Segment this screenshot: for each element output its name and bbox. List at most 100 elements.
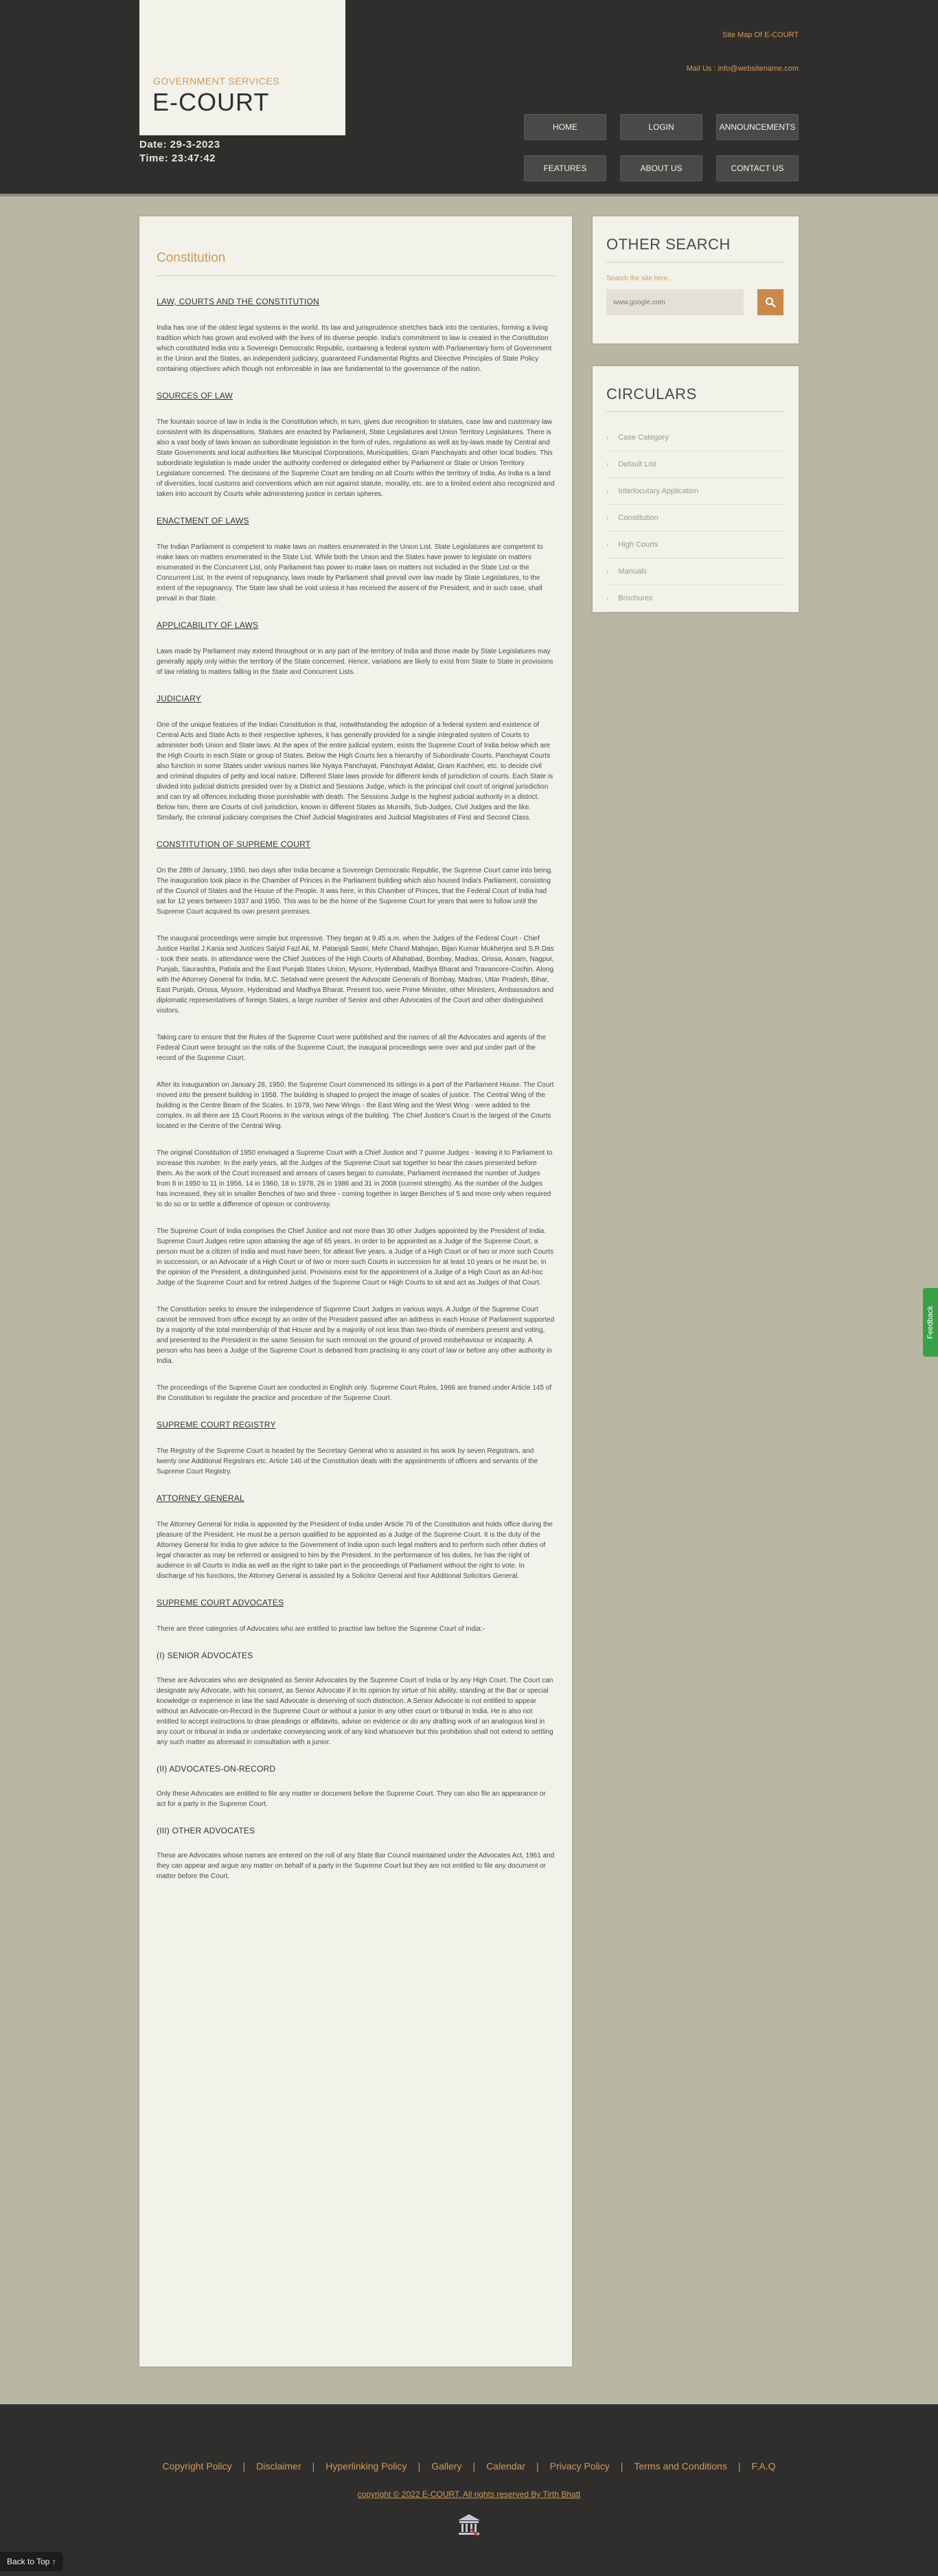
section-paragraph: The Registry of the Supreme Court is hea… xyxy=(157,1447,538,1476)
footer-separator: | xyxy=(536,2461,539,2472)
circulars-panel: CIRCULARS › Case Category › Default List ›… xyxy=(593,366,799,612)
circular-label: Manuals xyxy=(618,567,647,576)
chevron-right-icon: › xyxy=(606,433,609,442)
feedback-label: Feedback xyxy=(926,1305,935,1340)
circular-label: Brochures xyxy=(618,594,653,602)
search-input[interactable] xyxy=(606,289,744,315)
circular-item-brochures[interactable]: › Brochures xyxy=(606,585,785,612)
circular-item-case-category[interactable]: › Case Category xyxy=(606,425,785,451)
section-sources-of-law: SOURCES OF LAW The fountain source of la… xyxy=(157,391,555,499)
chevron-right-icon: › xyxy=(606,514,609,522)
footer-link-terms[interactable]: Terms and Conditions xyxy=(634,2461,727,2472)
footer-separator: | xyxy=(242,2461,246,2472)
footer-separator: | xyxy=(312,2461,315,2472)
circular-label: Interlocutary Application xyxy=(618,487,699,495)
nav-home-button[interactable]: HOME xyxy=(524,114,606,140)
chevron-right-icon: › xyxy=(606,567,609,576)
section-attorney-general: ATTORNEY GENERAL The Attorney General fo… xyxy=(157,1493,555,1581)
circular-label: Constitution xyxy=(618,514,659,522)
footer-separator: | xyxy=(417,2461,421,2472)
section-paragraph: Only these Advocates are entitled to fil… xyxy=(157,1790,546,1808)
header-divider xyxy=(0,194,938,196)
section-heading: SUPREME COURT REGISTRY xyxy=(157,1420,276,1430)
sitemap-link[interactable]: Site Map Of E-COURT xyxy=(722,31,799,39)
circular-label: High Courts xyxy=(618,541,659,549)
circular-item-manuals[interactable]: › Manuals xyxy=(606,558,785,585)
section-paragraph: After its inauguration on January 28, 19… xyxy=(157,1081,554,1130)
section-enactment: ENACTMENT OF LAWS The Indian Parliament … xyxy=(157,516,555,604)
nav-features-button[interactable]: FEATURES xyxy=(524,155,606,181)
search-button[interactable] xyxy=(757,289,783,315)
footer-link-gallery[interactable]: Gallery xyxy=(431,2461,461,2472)
section-paragraph: The Indian Parliament is competent to ma… xyxy=(157,543,543,602)
section-applicability: APPLICABILITY OF LAWS Laws made by Parli… xyxy=(157,620,555,677)
section-heading: JUDICIARY xyxy=(157,694,201,703)
court-building-icon xyxy=(458,2514,480,2537)
copyright-text[interactable]: copyright © 2022 E-COURT. All rights res… xyxy=(0,2489,938,2499)
section-paragraph: The Constitution seeks to ensure the ind… xyxy=(157,1306,555,1365)
search-panel: OTHER SEARCH Search the site here... xyxy=(593,216,799,343)
footer-separator: | xyxy=(620,2461,624,2472)
circulars-panel-title: CIRCULARS xyxy=(606,385,785,412)
section-paragraph: The inaugural proceedings were simple bu… xyxy=(157,935,554,1015)
footer-link-privacy[interactable]: Privacy Policy xyxy=(550,2461,610,2472)
section-paragraph: On the 28th of January, 1950, two days a… xyxy=(157,867,553,916)
subsection-heading: (ii) ADVOCATES-ON-RECORD xyxy=(157,1764,276,1774)
footer-link-hyperlinking[interactable]: Hyperlinking Policy xyxy=(325,2461,407,2472)
footer-link-faq[interactable]: F.A.Q xyxy=(751,2461,775,2472)
section-paragraph: India has one of the oldest legal system… xyxy=(157,324,552,373)
nav-login-button[interactable]: LOGIN xyxy=(620,114,702,140)
subsection-advocates-on-record: (ii) ADVOCATES-ON-RECORD Only these Advo… xyxy=(157,1764,555,1809)
footer-separator: | xyxy=(737,2461,741,2472)
section-heading: APPLICABILITY OF LAWS xyxy=(157,620,259,630)
section-heading: ATTORNEY GENERAL xyxy=(157,1493,244,1503)
search-label: Search the site here... xyxy=(606,275,674,282)
section-paragraph: One of the unique features of the Indian… xyxy=(157,721,553,822)
chevron-right-icon: › xyxy=(606,594,609,602)
circular-label: Case Category xyxy=(618,433,669,442)
footer-link-copyright-policy[interactable]: Copyright Policy xyxy=(162,2461,231,2472)
circular-label: Default List xyxy=(618,460,656,468)
chevron-right-icon: › xyxy=(606,460,609,468)
logo-subtitle: GOVERNMENT SERVICES xyxy=(153,76,280,87)
section-registry: SUPREME COURT REGISTRY The Registry of t… xyxy=(157,1420,555,1477)
site-header: GOVERNMENT SERVICES E-COURT Date: 29-3-2… xyxy=(0,0,938,194)
logo-title: E-COURT xyxy=(152,88,270,116)
section-paragraph: These are Advocates who are designated a… xyxy=(157,1677,553,1746)
section-paragraph: The Attorney General for India is appoin… xyxy=(157,1521,553,1580)
nav-announcements-button[interactable]: ANNOUNCEMENTS xyxy=(716,114,799,140)
circular-item-default-list[interactable]: › Default List xyxy=(606,451,785,478)
subsection-senior-advocates: (i) SENIOR ADVOCATES These are Advocates… xyxy=(157,1651,555,1748)
section-constitution-supreme-court: CONSTITUTION OF SUPREME COURT On the 28t… xyxy=(157,839,555,1403)
back-to-top-button[interactable]: Back to Top ↑ xyxy=(0,2552,63,2571)
footer-links: Copyright Policy | Disclaimer | Hyperlin… xyxy=(0,2461,938,2472)
nav-about-button[interactable]: ABOUT US xyxy=(620,155,702,181)
circular-item-high-courts[interactable]: › High Courts xyxy=(606,532,785,558)
nav-contact-button[interactable]: CONTACT US xyxy=(716,155,799,181)
section-judiciary: JUDICIARY One of the unique features of … xyxy=(157,694,555,823)
circular-item-constitution[interactable]: › Constitution xyxy=(606,505,785,532)
date-display: Date: 29-3-2023 xyxy=(139,139,220,150)
chevron-right-icon: › xyxy=(606,487,609,495)
main-content: Constitution LAW, COURTS AND THE CONSTIT… xyxy=(139,216,572,2366)
section-heading: CONSTITUTION OF SUPREME COURT xyxy=(157,839,311,849)
section-paragraph: Taking care to ensure that the Rules of … xyxy=(157,1034,547,1062)
circular-item-interlocutary[interactable]: › Interlocutary Application xyxy=(606,478,785,505)
section-law-courts: LAW, COURTS AND THE CONSTITUTION India h… xyxy=(157,297,555,374)
mail-link[interactable]: Mail Us : info@websitename.com xyxy=(687,65,799,73)
section-paragraph: The fountain source of law in India is t… xyxy=(157,418,555,498)
section-heading: ENACTMENT OF LAWS xyxy=(157,516,249,526)
page-title: Constitution xyxy=(157,251,555,276)
footer-link-disclaimer[interactable]: Disclaimer xyxy=(256,2461,301,2472)
search-icon xyxy=(766,297,776,308)
subsection-heading: (i) SENIOR ADVOCATES xyxy=(157,1651,253,1660)
site-footer: Copyright Policy | Disclaimer | Hyperlin… xyxy=(0,2404,938,2576)
footer-separator: | xyxy=(472,2461,476,2472)
search-panel-title: OTHER SEARCH xyxy=(606,236,785,262)
section-paragraph: The proceedings of the Supreme Court are… xyxy=(157,1384,552,1402)
section-paragraph: Laws made by Parliament may extend throu… xyxy=(157,648,553,676)
logo-box[interactable]: GOVERNMENT SERVICES E-COURT xyxy=(139,0,345,135)
footer-link-calendar[interactable]: Calendar xyxy=(486,2461,525,2472)
feedback-tab[interactable]: Feedback xyxy=(923,1288,938,1357)
section-heading: SUPREME COURT ADVOCATES xyxy=(157,1598,284,1607)
